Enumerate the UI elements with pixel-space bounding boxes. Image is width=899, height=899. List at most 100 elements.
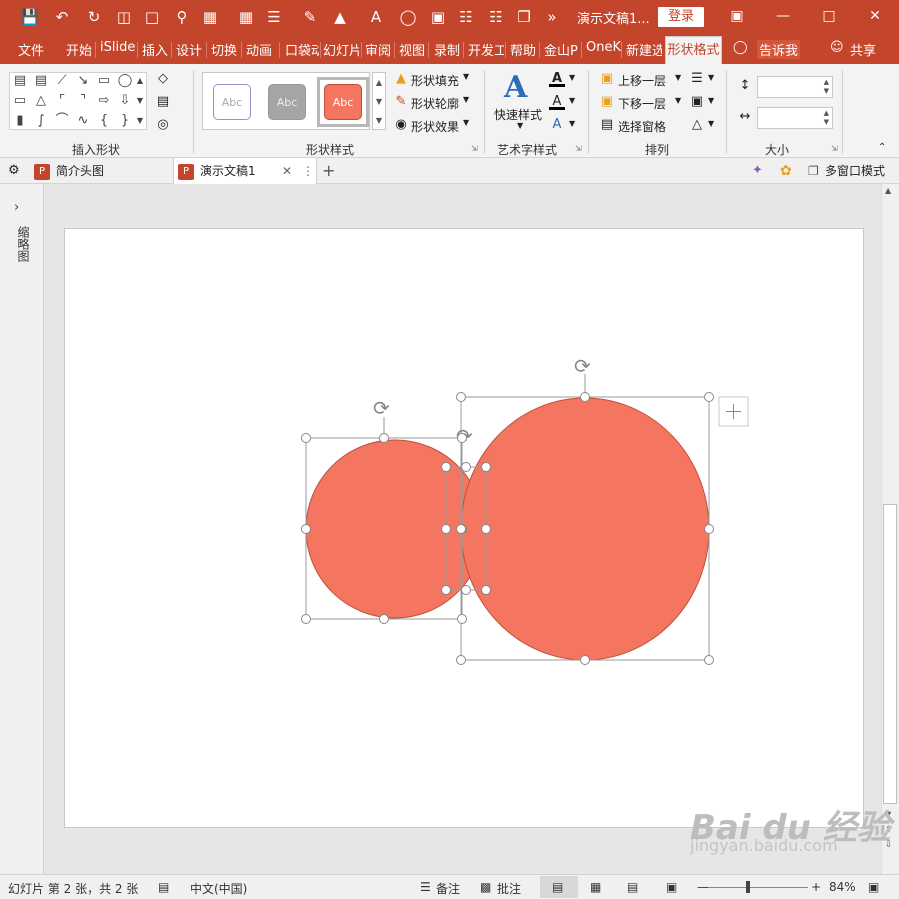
width-input[interactable]: ▲ ▼	[757, 107, 833, 129]
elbow-arrow-icon[interactable]: ⌝	[74, 93, 92, 109]
multi-window-button[interactable]: 多窗口模式	[825, 158, 885, 184]
distribute-icon[interactable]: ☷	[456, 7, 476, 27]
rectangle-icon[interactable]: ▭	[95, 73, 113, 89]
shape-fill-icon[interactable]: ▲	[393, 71, 409, 87]
rotate-icon[interactable]: △	[689, 117, 705, 133]
rotate-handle-icon[interactable]: ⟳	[373, 396, 390, 420]
maximize-icon[interactable]: □	[814, 4, 844, 28]
dropdown-icon[interactable]: ▼	[708, 96, 714, 105]
text-box-icon[interactable]: ▤	[155, 94, 171, 110]
gallery-more-icon[interactable]: ▼	[134, 113, 146, 129]
undo-icon[interactable]: ↶	[52, 7, 72, 27]
merge-shapes-icon[interactable]: ◎	[155, 117, 171, 133]
group-objects-icon[interactable]: ▣	[689, 94, 705, 110]
login-button[interactable]: 登录	[658, 7, 704, 27]
more-icon[interactable]: »	[542, 7, 562, 27]
grid-icon[interactable]: ▦	[236, 7, 256, 27]
slideshow-icon[interactable]: ▣	[666, 880, 677, 894]
presenter-icon[interactable]: ◫	[114, 7, 134, 27]
accessibility-icon[interactable]: ▤	[158, 880, 169, 894]
dropdown-icon[interactable]: ▼	[569, 96, 575, 105]
bring-forward-button[interactable]: 上移一层	[618, 72, 666, 89]
quick-styles-icon[interactable]: A	[504, 70, 527, 105]
align-center-icon[interactable]: ☷	[486, 7, 506, 27]
bring-forward-icon[interactable]: ▣	[599, 71, 615, 87]
line-icon[interactable]: ⟋	[53, 73, 71, 89]
gallery-up-icon[interactable]: ▲	[134, 73, 146, 89]
spin-down-icon[interactable]: ▼	[824, 118, 829, 126]
large-circle-shape[interactable]	[460, 397, 710, 661]
left-brace-icon[interactable]: {	[95, 113, 113, 129]
right-arrow-icon[interactable]: ⇨	[95, 93, 113, 109]
group-icon[interactable]: ❐	[514, 7, 534, 27]
launcher-icon[interactable]: ⇲	[575, 144, 582, 153]
dropdown-icon[interactable]: ▼	[463, 118, 469, 127]
doc-tab-active[interactable]: P 演示文稿1 ✕ ⋮	[173, 158, 317, 184]
font-color-icon[interactable]: A	[366, 7, 386, 27]
close-icon[interactable]: ✕	[860, 4, 890, 28]
gallery-down-icon[interactable]: ▼	[134, 93, 146, 109]
tab-help[interactable]: 帮助	[510, 40, 536, 59]
shape-effects-button[interactable]: 形状效果	[411, 118, 459, 135]
doc-tab-intro[interactable]: P 简介头图	[34, 158, 172, 184]
close-tab-icon[interactable]: ✕	[282, 158, 292, 184]
comments-icon[interactable]: ▩	[480, 880, 491, 894]
tab-new-selection[interactable]: 新建选	[626, 40, 662, 59]
dropdown-icon[interactable]: ▼	[463, 95, 469, 104]
tab-onekey[interactable]: OneK	[586, 40, 621, 55]
new-doc-icon[interactable]: □	[142, 7, 162, 27]
dropdown-icon[interactable]: ▼	[569, 73, 575, 82]
dropdown-icon[interactable]: ▼	[708, 73, 714, 82]
text-fill-icon[interactable]: A	[549, 71, 565, 87]
language-indicator[interactable]: 中文(中国)	[190, 880, 247, 897]
tab-shape-format[interactable]: 形状格式	[665, 36, 722, 64]
align-objects-icon[interactable]: ☰	[689, 71, 705, 87]
selection-pane-icon[interactable]: ▤	[599, 117, 615, 133]
text-effects-icon[interactable]: A	[549, 117, 565, 133]
slide-canvas[interactable]: ⟳ ⟳ ⟳	[64, 228, 864, 828]
fill-icon[interactable]: ▲	[330, 7, 350, 27]
selection-pane-button[interactable]: 选择窗格	[618, 118, 666, 135]
new-tab-icon[interactable]: +	[322, 158, 335, 184]
comments-button[interactable]: 批注	[497, 880, 521, 897]
edit-shape-icon[interactable]: ◇	[155, 71, 171, 87]
scribble-icon[interactable]: ∫	[32, 113, 50, 129]
save-icon[interactable]: 💾	[20, 7, 40, 27]
fit-to-window-icon[interactable]: ▣	[868, 880, 879, 894]
send-backward-button[interactable]: 下移一层	[618, 95, 666, 112]
right-brace-icon[interactable]: }	[116, 113, 134, 129]
minimize-icon[interactable]: —	[768, 4, 798, 28]
shape-outline-button[interactable]: 形状轮廓	[411, 95, 459, 112]
user-icon[interactable]: ☺	[830, 40, 844, 55]
oval-icon[interactable]: ◯	[116, 73, 134, 89]
image-icon[interactable]: ▦	[200, 7, 220, 27]
tab-pocket-animation[interactable]: 口袋动	[285, 40, 319, 59]
tab-menu-icon[interactable]: ⋮	[302, 158, 314, 184]
rounded-rect-icon[interactable]: ▭	[11, 93, 29, 109]
circle-icon[interactable]: ◯	[398, 7, 418, 27]
style-sample-gray[interactable]: Abc	[268, 84, 306, 120]
spin-down-icon[interactable]: ▼	[824, 87, 829, 95]
shape-effects-icon[interactable]: ◉	[393, 117, 409, 133]
ribbon-display-icon[interactable]: ▣	[722, 4, 752, 28]
launcher-icon[interactable]: ⇲	[471, 144, 478, 153]
spin-up-icon[interactable]: ▲	[824, 109, 829, 117]
eyedropper-icon[interactable]: ✎	[300, 7, 320, 27]
align-icon[interactable]: ☰	[264, 7, 284, 27]
vertical-textbox-icon[interactable]: ▤	[32, 73, 50, 89]
expand-pane-icon[interactable]: ›	[14, 200, 19, 215]
magic-icon[interactable]: ✦	[752, 158, 763, 184]
tab-kingsoft[interactable]: 金山P	[544, 40, 580, 59]
dropdown-icon[interactable]: ▼	[517, 121, 523, 130]
arrow-line-icon[interactable]: ↘	[74, 73, 92, 89]
tab-slideshow[interactable]: 幻灯片	[323, 40, 359, 59]
tab-file[interactable]: 文件	[18, 40, 44, 59]
styles-scroll[interactable]: ▲ ▼ ▼	[372, 72, 386, 130]
launcher-icon[interactable]: ⇲	[831, 144, 838, 153]
tab-islide[interactable]: iSlide	[100, 40, 135, 55]
rotate-handle-icon[interactable]: ⟳	[574, 354, 591, 378]
redo-icon[interactable]: ↻	[84, 7, 104, 27]
settings-icon[interactable]: ✿	[780, 158, 792, 184]
thumbnail-pane-label[interactable]: 缩略图	[12, 226, 30, 262]
preview-icon[interactable]: ⚲	[172, 7, 192, 27]
